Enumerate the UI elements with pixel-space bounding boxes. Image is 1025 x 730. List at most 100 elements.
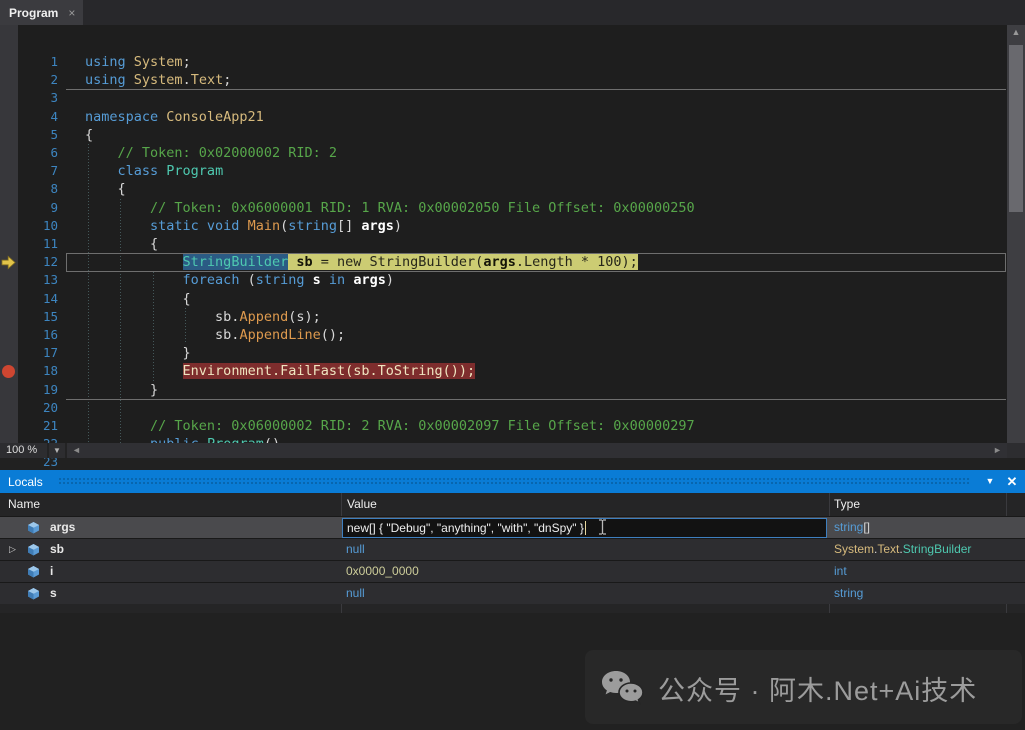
code-token: System bbox=[134, 72, 183, 88]
code-token: string bbox=[834, 520, 863, 534]
code-area[interactable]: using System;using System.Text; namespace… bbox=[0, 25, 1007, 443]
value-edit-text: new[] { "Debug", "anything", "with", "dn… bbox=[347, 521, 584, 535]
text-caret bbox=[585, 521, 586, 535]
code-editor[interactable]: 1234567891011121314151617181920212223 us… bbox=[0, 25, 1025, 443]
code-token: ; bbox=[223, 72, 231, 88]
code-line[interactable]: { bbox=[85, 126, 93, 145]
code-line[interactable]: sb.AppendLine(); bbox=[85, 326, 345, 345]
variable-name[interactable]: s bbox=[50, 586, 57, 600]
code-token: } bbox=[85, 382, 158, 398]
code-line[interactable]: foreach (string s in args) bbox=[85, 271, 394, 290]
code-token bbox=[85, 163, 118, 179]
code-token: sb bbox=[296, 254, 312, 270]
code-token: () bbox=[264, 436, 280, 443]
code-token bbox=[85, 254, 183, 270]
code-line[interactable]: sb.Append(s); bbox=[85, 308, 321, 327]
locals-header-row[interactable]: Name Value Type bbox=[0, 493, 1025, 516]
locals-grid[interactable]: Name Value Type args new[] { "Debug", "an… bbox=[0, 493, 1025, 613]
variable-name[interactable]: sb bbox=[50, 542, 64, 556]
tab-program[interactable]: Program × bbox=[0, 0, 83, 25]
code-token: int bbox=[834, 564, 847, 578]
zoom-level-control[interactable]: 100 % bbox=[0, 443, 47, 458]
code-token: ( bbox=[248, 272, 256, 288]
code-token: args bbox=[361, 218, 394, 234]
code-token: static void bbox=[150, 218, 248, 234]
column-header-value[interactable]: Value bbox=[347, 497, 377, 511]
table-row[interactable]: i 0x0000_0000 int bbox=[0, 560, 1025, 582]
variable-value[interactable]: null bbox=[346, 586, 365, 600]
scroll-up-icon[interactable]: ▲ bbox=[1007, 25, 1025, 40]
ibeam-cursor-icon bbox=[598, 519, 607, 538]
code-line[interactable]: class Program bbox=[85, 162, 223, 181]
local-variable-icon bbox=[26, 587, 41, 603]
scrollbar-corner bbox=[1007, 443, 1025, 458]
scroll-left-icon[interactable]: ◄ bbox=[69, 443, 84, 458]
close-icon[interactable]: ✕ bbox=[1001, 470, 1023, 493]
column-header-name[interactable]: Name bbox=[8, 497, 40, 511]
code-token: System bbox=[834, 542, 874, 556]
code-line[interactable]: public Program() bbox=[85, 435, 280, 443]
titlebar-grip-texture bbox=[58, 477, 970, 486]
variable-value[interactable]: 0x0000_0000 bbox=[346, 564, 419, 578]
code-token: using bbox=[85, 72, 134, 88]
code-token: StringBuilder bbox=[183, 254, 289, 270]
code-line[interactable]: // Token: 0x02000002 RID: 2 bbox=[85, 144, 337, 163]
code-token: string bbox=[288, 218, 337, 234]
variable-type: string[] bbox=[834, 520, 870, 534]
editor-status-bar: 100 % ▼ ◄ ► bbox=[0, 443, 1007, 458]
code-token: string bbox=[256, 272, 305, 288]
code-token: ( bbox=[280, 218, 288, 234]
code-token: [] bbox=[863, 520, 870, 534]
code-token: = new StringBuilder( bbox=[313, 254, 484, 270]
local-variable-icon bbox=[26, 521, 41, 537]
window-position-dropdown-icon[interactable]: ▼ bbox=[979, 470, 1001, 493]
table-row[interactable]: s null string bbox=[0, 582, 1025, 604]
code-token bbox=[85, 200, 150, 216]
tab-title: Program bbox=[9, 6, 58, 20]
code-token: public bbox=[150, 436, 207, 443]
tab-bar: Program × bbox=[0, 0, 1025, 25]
code-token: StringBuilder bbox=[903, 542, 972, 556]
code-line[interactable]: { bbox=[85, 235, 158, 254]
code-line[interactable]: using System.Text; bbox=[85, 71, 231, 90]
table-row[interactable]: ▷ sb null System.Text.StringBuilder bbox=[0, 538, 1025, 560]
code-line[interactable]: namespace ConsoleApp21 bbox=[85, 108, 264, 127]
variable-type: System.Text.StringBuilder bbox=[834, 542, 971, 556]
zoom-dropdown-button[interactable]: ▼ bbox=[49, 443, 65, 458]
code-line[interactable]: { bbox=[85, 290, 191, 309]
code-line[interactable]: } bbox=[85, 344, 191, 363]
value-edit-field[interactable]: new[] { "Debug", "anything", "with", "dn… bbox=[342, 518, 827, 538]
code-line[interactable]: Environment.FailFast(sb.ToString()); bbox=[85, 362, 475, 381]
code-token: System bbox=[134, 54, 183, 70]
code-line[interactable]: } bbox=[85, 381, 158, 400]
horizontal-scrollbar[interactable]: ◄ ► bbox=[67, 443, 1007, 458]
code-token: ) bbox=[386, 272, 394, 288]
scroll-right-icon[interactable]: ► bbox=[990, 443, 1005, 458]
tab-close-icon[interactable]: × bbox=[68, 6, 75, 20]
code-line[interactable]: // Token: 0x06000002 RID: 2 RVA: 0x00002… bbox=[85, 417, 695, 436]
code-token: null bbox=[346, 542, 365, 556]
scrollbar-thumb[interactable] bbox=[1009, 45, 1023, 212]
code-line[interactable]: // Token: 0x06000001 RID: 1 RVA: 0x00002… bbox=[85, 199, 695, 218]
code-token bbox=[85, 145, 118, 161]
watermark: 公众号 · 阿木.Net+Ai技术 bbox=[600, 660, 1020, 716]
code-line[interactable]: StringBuilder sb = new StringBuilder(arg… bbox=[85, 253, 638, 272]
table-row[interactable]: args new[] { "Debug", "anything", "with",… bbox=[0, 516, 1025, 538]
variable-name[interactable]: args bbox=[50, 520, 75, 534]
vertical-scrollbar[interactable]: ▲ ▼ bbox=[1007, 25, 1025, 458]
variable-value[interactable]: null bbox=[346, 542, 365, 556]
code-line[interactable]: using System; bbox=[85, 53, 191, 72]
variable-name[interactable]: i bbox=[50, 564, 53, 578]
code-token: Append bbox=[239, 309, 288, 325]
zoom-level-value: 100 % bbox=[6, 444, 37, 456]
code-token bbox=[305, 272, 313, 288]
code-line[interactable]: static void Main(string[] args) bbox=[85, 217, 402, 236]
code-token: using bbox=[85, 54, 134, 70]
code-token: string bbox=[834, 586, 863, 600]
code-token: { bbox=[85, 127, 93, 143]
code-line[interactable]: { bbox=[85, 180, 126, 199]
wechat-icon bbox=[600, 669, 644, 707]
column-header-type[interactable]: Type bbox=[834, 497, 860, 511]
locals-titlebar[interactable]: Locals ▼ ✕ bbox=[0, 470, 1025, 493]
expand-icon[interactable]: ▷ bbox=[9, 544, 16, 555]
